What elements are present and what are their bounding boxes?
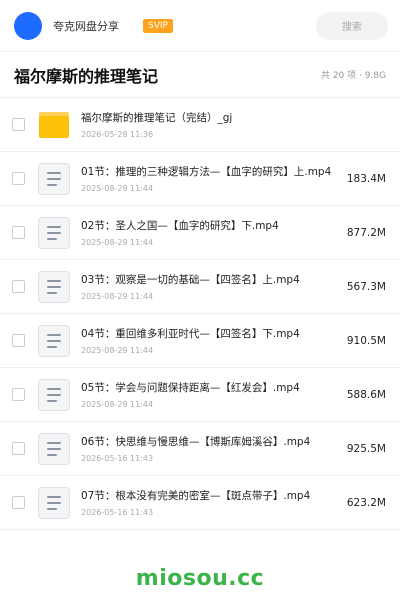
list-item[interactable]: 05节：学会与问题保持距离—【红发会】.mp4 2025-08-29 11:44… [0, 368, 400, 422]
file-icon [37, 216, 71, 250]
item-date: 2025-08-29 11:44 [81, 184, 154, 193]
select-checkbox[interactable] [12, 280, 25, 293]
item-name: 04节：重回维多利亚时代—【四签名】下.mp4 [81, 328, 300, 340]
page-title: 福尔摩斯的推理笔记 [14, 66, 159, 86]
file-list: 福尔摩斯的推理笔记（完结）_gj 2026-05-28 11:36 01节：推理… [0, 98, 400, 530]
item-size: 588.6M [346, 388, 386, 401]
item-date: 2025-08-29 11:44 [81, 400, 154, 409]
item-name: 02节：圣人之国—【血字的研究】下.mp4 [81, 220, 279, 232]
item-date: 2026-05-28 11:36 [81, 130, 154, 139]
list-item[interactable]: 03节：观察是一切的基础—【四签名】上.mp4 2025-08-29 11:44… [0, 260, 400, 314]
item-info: 福尔摩斯的推理笔记（完结）_gj 2026-05-28 11:36 [81, 110, 386, 139]
header-bar: 夸克网盘分享 SVIP 搜索 [0, 0, 400, 52]
svip-badge: SVIP [143, 18, 173, 33]
file-icon [37, 324, 71, 358]
list-item[interactable]: 01节：推理的三种逻辑方法—【血字的研究】上.mp4 2025-08-29 11… [0, 152, 400, 206]
item-date: 2025-08-29 11:44 [81, 238, 154, 247]
item-name: 05节：学会与问题保持距离—【红发会】.mp4 [81, 382, 300, 394]
select-checkbox[interactable] [12, 118, 25, 131]
item-size: 623.2M [346, 496, 386, 509]
item-name: 01节：推理的三种逻辑方法—【血字的研究】上.mp4 [81, 166, 332, 178]
item-size: 877.2M [346, 226, 386, 239]
item-info: 05节：学会与问题保持距离—【红发会】.mp4 2025-08-29 11:44 [81, 380, 341, 409]
select-checkbox[interactable] [12, 388, 25, 401]
item-date: 2025-08-29 11:44 [81, 292, 154, 301]
watermark: miosou.cc [135, 566, 265, 591]
item-name: 06节：快思维与慢思维—【博斯库姆溪谷】.mp4 [81, 436, 311, 448]
list-item[interactable]: 02节：圣人之国—【血字的研究】下.mp4 2025-08-29 11:44 8… [0, 206, 400, 260]
select-checkbox[interactable] [12, 172, 25, 185]
select-checkbox[interactable] [12, 334, 25, 347]
list-item[interactable]: 06节：快思维与慢思维—【博斯库姆溪谷】.mp4 2026-05-16 11:4… [0, 422, 400, 476]
folder-icon [37, 108, 71, 142]
item-info: 04节：重回维多利亚时代—【四签名】下.mp4 2025-08-29 11:44 [81, 326, 341, 355]
share-username: 夸克网盘分享 [53, 19, 119, 33]
file-icon [37, 378, 71, 412]
select-checkbox[interactable] [12, 442, 25, 455]
item-name: 07节：根本没有完美的密室—【斑点带子】.mp4 [81, 490, 311, 502]
search-placeholder: 搜索 [342, 22, 362, 33]
item-info: 02节：圣人之国—【血字的研究】下.mp4 2025-08-29 11:44 [81, 218, 341, 247]
file-icon [37, 432, 71, 466]
item-date: 2026-05-16 11:43 [81, 508, 154, 517]
item-date: 2025-08-29 11:44 [81, 346, 154, 355]
list-item-folder[interactable]: 福尔摩斯的推理笔记（完结）_gj 2026-05-28 11:36 [0, 98, 400, 152]
item-date: 2026-05-16 11:43 [81, 454, 154, 463]
title-row: 福尔摩斯的推理笔记 共 20 项 · 9.8G [0, 52, 400, 98]
item-name: 03节：观察是一切的基础—【四签名】上.mp4 [81, 274, 300, 286]
file-icon [37, 486, 71, 520]
item-size: 910.5M [346, 334, 386, 347]
item-summary: 共 20 项 · 9.8G [320, 71, 386, 81]
item-info: 01节：推理的三种逻辑方法—【血字的研究】上.mp4 2025-08-29 11… [81, 164, 341, 193]
file-icon [37, 162, 71, 196]
item-size: 925.5M [346, 442, 386, 455]
item-info: 03节：观察是一切的基础—【四签名】上.mp4 2025-08-29 11:44 [81, 272, 341, 301]
item-name: 福尔摩斯的推理笔记（完结）_gj [81, 112, 233, 124]
select-checkbox[interactable] [12, 496, 25, 509]
item-size: 183.4M [346, 172, 386, 185]
list-item[interactable]: 04节：重回维多利亚时代—【四签名】下.mp4 2025-08-29 11:44… [0, 314, 400, 368]
item-size: 567.3M [346, 280, 386, 293]
search-input[interactable]: 搜索 [316, 11, 388, 40]
item-info: 07节：根本没有完美的密室—【斑点带子】.mp4 2026-05-16 11:4… [81, 488, 341, 517]
list-item[interactable]: 07节：根本没有完美的密室—【斑点带子】.mp4 2026-05-16 11:4… [0, 476, 400, 530]
file-icon [37, 270, 71, 304]
select-checkbox[interactable] [12, 226, 25, 239]
item-info: 06节：快思维与慢思维—【博斯库姆溪谷】.mp4 2026-05-16 11:4… [81, 434, 341, 463]
avatar[interactable] [14, 11, 42, 40]
